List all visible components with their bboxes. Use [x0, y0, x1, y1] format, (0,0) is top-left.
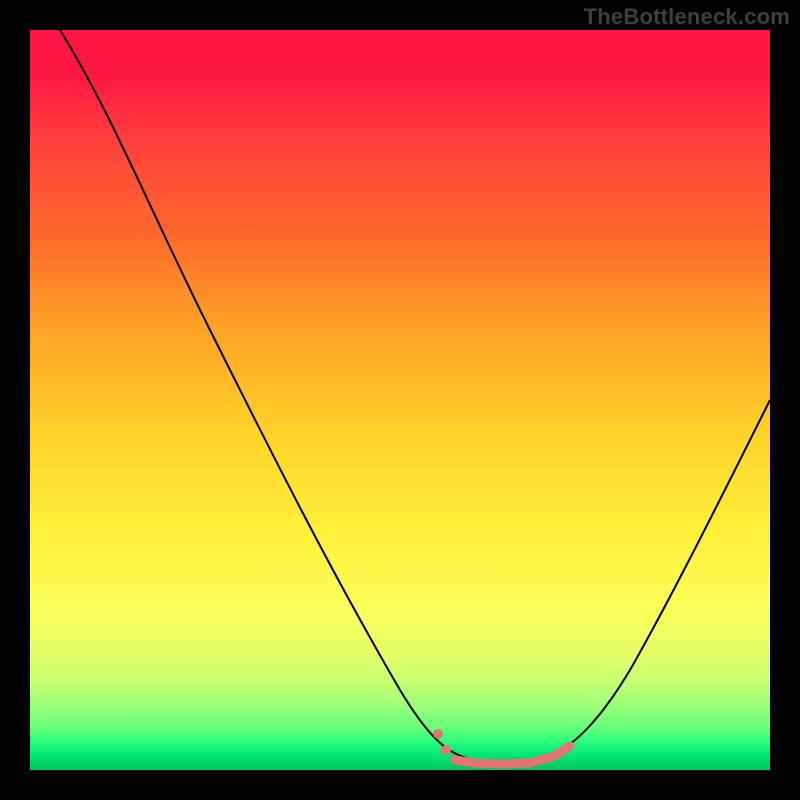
- watermark-text: TheBottleneck.com: [584, 4, 790, 30]
- plot-gradient-area: [30, 30, 770, 770]
- marker-dot: [441, 745, 451, 755]
- bottleneck-curve: [30, 30, 770, 770]
- curve-path: [60, 30, 770, 763]
- chart-frame: TheBottleneck.com: [0, 0, 800, 800]
- marker-dot: [433, 729, 443, 739]
- optimal-range-marker: [455, 746, 570, 764]
